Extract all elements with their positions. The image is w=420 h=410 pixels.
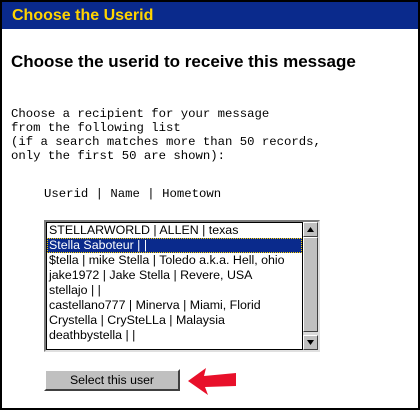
columns-header: Userid | Name | Hometown	[44, 187, 222, 201]
window-title: Choose the Userid	[12, 7, 154, 24]
red-arrow-icon	[188, 368, 236, 395]
list-option[interactable]: jake1972 | Jake Stella | Revere, USA	[47, 268, 302, 283]
instruction-line: Choose a recipient for your message	[11, 107, 270, 121]
scroll-down-button[interactable]	[303, 335, 318, 350]
instructions: Choose a recipient for your message from…	[11, 107, 321, 163]
list-option[interactable]: STELLARWORLD | ALLEN | texas	[47, 223, 302, 238]
list-option[interactable]: stellajo | |	[47, 283, 302, 298]
scroll-thumb[interactable]	[303, 237, 318, 332]
scroll-up-button[interactable]	[303, 222, 318, 237]
list-option[interactable]: Crystella | CrySteLLa | Malaysia	[47, 313, 302, 328]
listbox-scrollbar[interactable]	[303, 222, 318, 350]
listbox-options: STELLARWORLD | ALLEN | texas Stella Sabo…	[46, 222, 303, 350]
list-option[interactable]: deathbystella | |	[47, 328, 302, 343]
list-option[interactable]: castellano777 | Minerva | Miami, Florid	[47, 298, 302, 313]
list-option-selected[interactable]: Stella Saboteur | |	[47, 238, 302, 253]
instruction-line: (if a search matches more than 50 record…	[11, 135, 321, 149]
list-option[interactable]: $tella | mike Stella | Toledo a.k.a. Hel…	[47, 253, 302, 268]
select-user-button[interactable]: Select this user	[44, 369, 180, 391]
down-arrow-icon	[307, 340, 314, 345]
page-heading: Choose the userid to receive this messag…	[11, 52, 356, 71]
title-bar: Choose the Userid	[2, 2, 418, 29]
instruction-line: only the first 50 are shown):	[11, 149, 226, 163]
dialog-window: Choose the Userid Choose the userid to r…	[0, 0, 420, 410]
up-arrow-icon	[307, 227, 314, 232]
instruction-line: from the following list	[11, 121, 181, 135]
user-listbox[interactable]: STELLARWORLD | ALLEN | texas Stella Sabo…	[44, 220, 320, 352]
